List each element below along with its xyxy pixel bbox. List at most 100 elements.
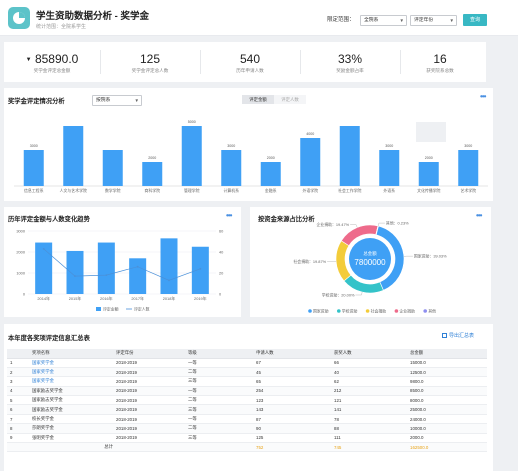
table-cell: 莎朗奖学金	[29, 423, 113, 434]
table-cell: 二等	[185, 423, 253, 434]
table-cell: 7	[7, 414, 29, 425]
legend-dot	[423, 309, 427, 313]
total-row: 总计 752 745 162500.0	[7, 442, 487, 453]
tooltip-placeholder	[416, 122, 446, 142]
legend-label: 企业捐助	[399, 309, 415, 314]
stat-value: 540	[239, 52, 261, 66]
chevron-down-icon: ▼	[399, 18, 404, 23]
divider	[300, 50, 301, 74]
bar	[129, 258, 147, 294]
table-cell: 45	[253, 367, 331, 378]
table-cell: 5	[7, 395, 29, 406]
bar	[97, 242, 115, 294]
data-label: 3000	[227, 144, 235, 148]
table-row: 6 国家励志奖学金 2018-2019 三等 143 141 25000.0	[7, 404, 487, 415]
source-chart-card: 按资金来源占比分析 ••• 国家资助：39.03% 学校资助：20.00% 社会捐助…	[250, 207, 491, 317]
export-label: 导出汇总表	[449, 333, 475, 339]
table-cell: 123	[253, 395, 331, 406]
bar	[300, 138, 321, 186]
slice-leader	[355, 292, 363, 296]
table-cell: 2018-2019	[113, 367, 185, 378]
bar-chart-card: 奖学金评定情况分析 按院系 ▼ 评定金额 评定人数 ••• 3000 信息工程系 人文…	[4, 88, 493, 201]
table-cell: 88	[331, 423, 407, 434]
table-cell: 一等	[185, 386, 253, 397]
x-tick-label: 人文与艺术学院	[60, 188, 87, 193]
stat-label: 奖学金评定总金额	[33, 68, 71, 73]
y2-tick-label: 60	[219, 229, 224, 234]
slice-label: 其他：0.23%	[386, 220, 409, 225]
chevron-down-icon: ▼	[449, 18, 454, 23]
down-arrow-icon: ▼	[25, 57, 32, 63]
table-cell: 8000.0	[407, 395, 487, 406]
table-cell[interactable]: 国家奖学金	[29, 376, 113, 387]
y2-tick-label: 20	[219, 271, 224, 276]
stat-value: 33%	[337, 52, 363, 66]
table-cell: 8500.0	[407, 386, 487, 397]
bar	[160, 238, 178, 294]
table-row: 7 校长奖学金 2018-2019 一等 87 78 24000.0	[7, 414, 487, 425]
table-cell[interactable]: 国家奖学金	[29, 367, 113, 378]
y-tick-label: 1000	[16, 271, 25, 276]
center-label: 总金额	[363, 250, 377, 257]
x-tick-label: 2019年	[194, 296, 207, 301]
stat-value: 125	[139, 52, 161, 66]
y-tick-label: 0	[23, 292, 26, 297]
legend-label: 社会捐助	[371, 309, 387, 314]
table-cell: 三等	[185, 433, 253, 444]
table-row: 1 国家奖学金 2018-2019 一等 67 66 15000.0	[7, 358, 487, 368]
x-tick-label: 管理学院	[184, 188, 200, 193]
bar	[191, 246, 209, 294]
year-select[interactable]: 评定年份 ▼	[410, 15, 457, 26]
table-cell: 6	[7, 404, 29, 415]
table-cell: 2018-2019	[113, 404, 185, 415]
stat-total-people: 125 奖学金评定总人数	[104, 42, 196, 82]
export-button[interactable]: 导出汇总表	[442, 332, 474, 339]
table-body: 1 国家奖学金 2018-2019 一等 67 66 15000.0 2 国家奖学金 2018-2…	[7, 358, 487, 453]
total-cell	[7, 442, 29, 453]
table-cell: 66	[331, 358, 407, 368]
table-cell: 212	[331, 386, 407, 397]
data-label: 3000	[30, 144, 38, 148]
y-tick-label: 2000	[16, 250, 25, 255]
y-tick-label: 3000	[16, 229, 25, 234]
table-cell: 254	[253, 386, 331, 397]
query-button[interactable]: 查询	[463, 14, 487, 26]
column-header: 奖项名称	[29, 349, 113, 359]
bar	[63, 126, 84, 186]
x-tick-label: 商科学院	[144, 188, 160, 193]
table-cell: 24000.0	[407, 414, 487, 425]
total-cell: 752	[253, 442, 331, 453]
department-select-value: 全院系	[364, 18, 379, 23]
table-cell: 25000.0	[407, 404, 487, 415]
data-label: 5000	[188, 120, 196, 124]
table-cell: 二等	[185, 367, 253, 378]
total-cell: 745	[331, 442, 407, 453]
table-cell: 62	[331, 376, 407, 387]
table-cell: 3	[7, 376, 29, 387]
legend-dot	[394, 309, 399, 313]
department-select[interactable]: 全院系 ▼	[360, 15, 407, 26]
legend-label-count: 评定人数	[134, 307, 150, 312]
line-point	[74, 275, 76, 278]
header-bar: 学生资助数据分析 - 奖学金 统计范围：全院系学生 限定范围： 全院系 ▼ 评定年…	[0, 0, 518, 36]
table-row: 3 国家奖学金 2018-2019 三等 65 62 9800.0	[7, 376, 487, 387]
table-cell[interactable]: 国家奖学金	[29, 358, 113, 368]
table-cell: 一等	[185, 358, 253, 368]
total-cell	[185, 442, 253, 453]
table-cell: 40	[331, 367, 407, 378]
legend-swatch-amount	[96, 307, 101, 311]
table-cell: 143	[253, 404, 331, 415]
table-cell: 2	[7, 367, 29, 378]
x-tick-label: 2014年	[37, 296, 50, 301]
slice-label: 学校资助：20.00%	[322, 292, 355, 297]
bar	[458, 150, 479, 186]
total-cell: 162500.0	[407, 442, 487, 453]
total-cell: 总计	[29, 442, 113, 453]
stat-label: 奖励金额占率	[336, 68, 364, 73]
table-cell: 三等	[185, 376, 253, 387]
year-select-value: 评定年份	[414, 18, 434, 23]
table-header-row: 奖项名称 评定年份 等级 申请人数 获奖人数 总金额	[7, 349, 487, 359]
x-tick-label: 艺术学院	[460, 188, 476, 193]
page-title: 学生资助数据分析 - 奖学金	[36, 11, 149, 22]
slice-label: 社会捐助：19.87%	[293, 259, 326, 264]
